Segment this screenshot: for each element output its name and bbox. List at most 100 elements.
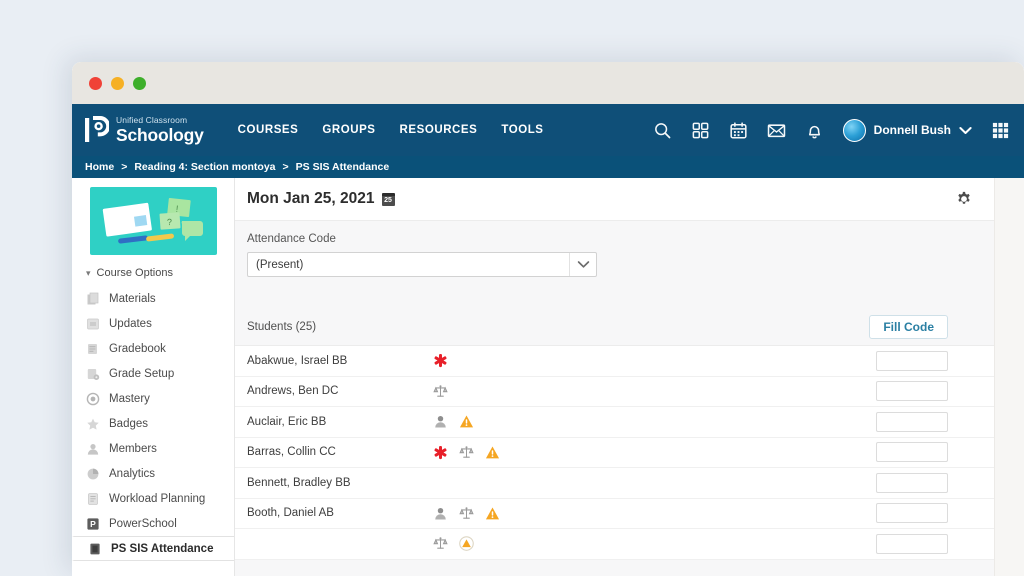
student-name: Andrews, Ben DC — [247, 385, 339, 398]
mastery-icon — [86, 392, 100, 405]
breadcrumb-separator: > — [121, 161, 128, 173]
students-count-label: Students (25) — [247, 321, 317, 333]
person-icon — [435, 507, 446, 520]
bell-icon[interactable] — [805, 121, 824, 140]
sidebar-item-label: Gradebook — [109, 342, 166, 355]
menu-item-groups[interactable]: GROUPS — [322, 124, 375, 136]
fill-code-button[interactable]: Fill Code — [869, 315, 948, 339]
sidebar-item-analytics[interactable]: Analytics — [72, 461, 234, 486]
updates-icon — [87, 318, 99, 329]
sidebar-item-label: Members — [109, 442, 157, 455]
breadcrumb-item-course[interactable]: Reading 4: Section montoya — [134, 161, 275, 173]
page-scroll-gutter[interactable] — [994, 178, 1024, 576]
sidebar-item-powerschool[interactable]: P PowerSchool — [72, 511, 234, 536]
legal-scales-icon — [433, 537, 448, 549]
sidebar-item-label: Workload Planning — [109, 492, 206, 505]
page-title: Mon Jan 25, 2021 — [247, 190, 375, 207]
student-flags — [433, 444, 500, 460]
menu-item-courses[interactable]: COURSES — [238, 124, 299, 136]
gradebook-icon — [88, 343, 97, 354]
sidebar-item-badges[interactable]: Badges — [72, 411, 234, 436]
analytics-icon — [87, 468, 99, 479]
course-thumbnail[interactable]: ! ? — [89, 187, 217, 255]
course-options-toggle[interactable]: ▾ Course Options — [72, 262, 234, 286]
attendance-code-input[interactable] — [876, 472, 948, 493]
page-body: ! ? ▾ Course Options Materials Updates G… — [72, 178, 1024, 576]
schoology-logo[interactable]: Unified Classroom Schoology — [84, 116, 204, 144]
sidebar-item-label: PowerSchool — [109, 517, 177, 530]
chevron-down-icon: ▾ — [86, 267, 91, 278]
warning-alert-icon — [459, 415, 474, 428]
svg-text:P: P — [90, 519, 96, 529]
legal-scales-icon — [459, 445, 474, 458]
breadcrumb: Home > Reading 4: Section montoya > PS S… — [72, 156, 1024, 178]
students-toolbar: Students (25) Fill Code — [247, 315, 994, 345]
attendance-code-input[interactable] — [876, 381, 948, 402]
menu-item-tools[interactable]: TOOLS — [501, 124, 543, 136]
person-icon — [435, 416, 446, 428]
table-row[interactable]: Andrews, Ben DC — [235, 377, 994, 407]
student-flags — [433, 536, 474, 552]
top-navigation-bar: Unified Classroom Schoology COURSES GROU… — [72, 104, 1024, 156]
attendance-code-input[interactable] — [876, 533, 948, 554]
sidebar-item-label: Updates — [109, 317, 152, 330]
user-name: Donnell Bush — [873, 123, 951, 137]
sidebar-item-workload-planning[interactable]: Workload Planning — [72, 486, 234, 511]
avatar — [842, 118, 866, 142]
attendance-code-value: (Present) — [256, 258, 304, 271]
sidebar-item-label: Materials — [109, 292, 156, 305]
settings-gear-icon[interactable] — [956, 191, 972, 207]
sidebar-item-ps-sis-attendance[interactable]: PS SIS Attendance — [72, 536, 234, 561]
breadcrumb-item-current: PS SIS Attendance — [295, 161, 390, 173]
menu-item-resources[interactable]: RESOURCES — [400, 124, 478, 136]
attendance-code-input[interactable] — [876, 411, 948, 432]
app-launcher-icon[interactable] — [991, 121, 1010, 140]
table-row[interactable]: Bennett, Bradley BB — [235, 468, 994, 499]
breadcrumb-item-home[interactable]: Home — [85, 161, 114, 173]
badges-icon — [87, 418, 99, 430]
window-titlebar — [72, 62, 1024, 104]
sidebar-item-materials[interactable]: Materials — [72, 286, 234, 311]
sidebar-item-members[interactable]: Members — [72, 436, 234, 461]
chevron-down-icon[interactable] — [959, 126, 972, 135]
medical-alert-icon — [434, 445, 447, 459]
search-icon[interactable] — [653, 121, 672, 140]
sidebar-item-gradebook[interactable]: Gradebook — [72, 336, 234, 361]
grid-apps-icon[interactable] — [691, 121, 710, 140]
maximize-window-button[interactable] — [133, 76, 146, 90]
attendance-code-input[interactable] — [876, 442, 948, 463]
students-roster: Abakwue, Israel BB Andrews, Ben DC Aucla… — [235, 345, 994, 560]
brand-name: Schoology — [116, 124, 204, 145]
table-row[interactable]: Auclair, Eric BB — [235, 407, 994, 438]
student-name: Auclair, Eric BB — [247, 415, 327, 428]
sidebar-item-label: Mastery — [109, 392, 150, 405]
sidebar-item-label: PS SIS Attendance — [111, 542, 214, 555]
materials-icon — [87, 292, 99, 304]
envelope-icon[interactable] — [767, 121, 786, 140]
user-menu[interactable]: Donnell Bush — [842, 118, 972, 142]
sidebar-item-mastery[interactable]: Mastery — [72, 386, 234, 411]
attendance-panel: Mon Jan 25, 2021 25 Attendance Code (Pre… — [235, 178, 1024, 576]
table-row[interactable] — [235, 529, 994, 560]
attendance-code-input[interactable] — [876, 503, 948, 524]
student-name: Bennett, Bradley BB — [247, 476, 351, 489]
attendance-code-dropdown-button[interactable] — [569, 253, 596, 276]
calendar-icon[interactable] — [729, 121, 748, 140]
minimize-window-button[interactable] — [111, 76, 124, 90]
attendance-code-input[interactable] — [876, 350, 948, 371]
table-row[interactable]: Barras, Collin CC — [235, 438, 994, 468]
calendar-icon[interactable]: 25 — [381, 192, 395, 206]
breadcrumb-separator: > — [282, 161, 289, 173]
attendance-code-label: Attendance Code — [247, 233, 336, 245]
sidebar-item-label: Analytics — [109, 467, 156, 480]
grade-setup-icon — [87, 368, 100, 380]
student-name: Abakwue, Israel BB — [247, 354, 348, 367]
close-window-button[interactable] — [89, 76, 102, 90]
sidebar-item-updates[interactable]: Updates — [72, 311, 234, 336]
attendance-code-select[interactable]: (Present) — [247, 252, 597, 277]
sidebar-item-grade-setup[interactable]: Grade Setup — [72, 361, 234, 386]
student-flags — [433, 414, 474, 430]
table-row[interactable]: Booth, Daniel AB — [235, 499, 994, 529]
table-row[interactable]: Abakwue, Israel BB — [235, 346, 994, 377]
course-options-label: Course Options — [96, 267, 173, 279]
